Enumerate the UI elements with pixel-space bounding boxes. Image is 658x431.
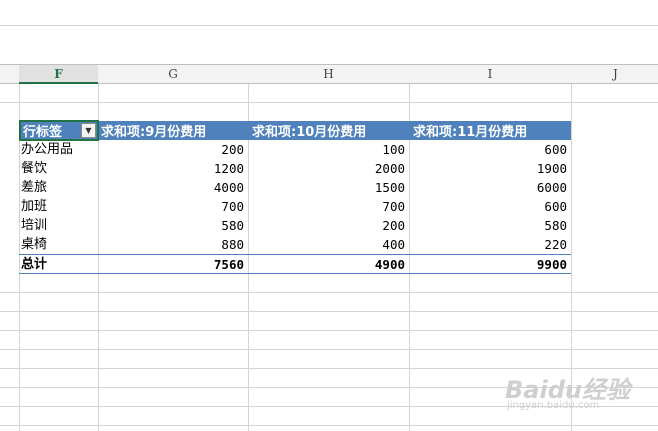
watermark-url: jingyan.baidu.com [507,400,600,411]
pivot-cell[interactable]: 200 [98,140,248,159]
grid-hline [0,349,658,350]
column-header-f[interactable]: F [19,65,98,84]
grid-hline [0,330,658,331]
column-header-g[interactable]: G [98,65,248,83]
pivot-header-label: 求和项:9月份费用 [101,125,207,140]
column-header-h[interactable]: H [248,65,409,83]
pivot-total-cell[interactable]: 4900 [248,255,409,274]
pivot-cell[interactable]: 1200 [98,159,248,178]
pivot-cell[interactable]: 700 [248,197,409,216]
pivot-total-cell[interactable]: 7560 [98,255,248,274]
column-header-row: F G H I J [0,64,658,84]
grid-hline [0,311,658,312]
grid-hline [0,425,658,426]
baidu-watermark: Baidu经验 jingyan.baidu.com [505,370,635,415]
pivot-cell[interactable]: 100 [248,140,409,159]
pivot-cell[interactable]: 580 [409,216,571,235]
active-cell-border [19,120,99,141]
pivot-header-label: 求和项:11月份费用 [413,125,528,140]
pivot-row-label[interactable]: 桌椅 [19,235,98,254]
pivot-row-label[interactable]: 培训 [19,216,98,235]
pivot-header-sep[interactable]: 求和项:9月份费用 [99,121,248,140]
grid-hline [0,292,658,293]
pivot-cell[interactable]: 2000 [248,159,409,178]
column-header-i[interactable]: I [409,65,571,83]
grid-hline [0,25,658,26]
pivot-cell[interactable]: 600 [409,140,571,159]
pivot-header-nov[interactable]: 求和项:11月份费用 [409,121,571,140]
pivot-cell[interactable]: 200 [248,216,409,235]
pivot-cell[interactable]: 600 [409,197,571,216]
pivot-cell[interactable]: 1500 [248,178,409,197]
pivot-row-label[interactable]: 办公用品 [19,140,98,159]
column-header-j[interactable]: J [571,65,658,83]
pivot-row-label[interactable]: 餐饮 [19,159,98,178]
grid-hline [0,368,658,369]
pivot-cell[interactable]: 700 [98,197,248,216]
pivot-cell[interactable]: 4000 [98,178,248,197]
pivot-cell[interactable]: 6000 [409,178,571,197]
spreadsheet[interactable]: F G H I J 行标签 求和项:9月份费用 求和项:10月份费用 求和项:1… [0,0,658,431]
pivot-row-label[interactable]: 差旅 [19,178,98,197]
pivot-total-cell[interactable]: 9900 [409,255,571,274]
pivot-cell[interactable]: 880 [98,235,248,254]
pivot-row-label[interactable]: 加班 [19,197,98,216]
pivot-cell[interactable]: 220 [409,235,571,254]
pivot-total-label[interactable]: 总计 [19,255,98,274]
pivot-header-oct[interactable]: 求和项:10月份费用 [248,121,409,140]
pivot-header-label: 求和项:10月份费用 [252,125,367,140]
total-bottom-border [19,273,571,274]
pivot-cell[interactable]: 1900 [409,159,571,178]
pivot-cell[interactable]: 580 [98,216,248,235]
pivot-cell[interactable]: 400 [248,235,409,254]
grid-hline [0,102,658,103]
